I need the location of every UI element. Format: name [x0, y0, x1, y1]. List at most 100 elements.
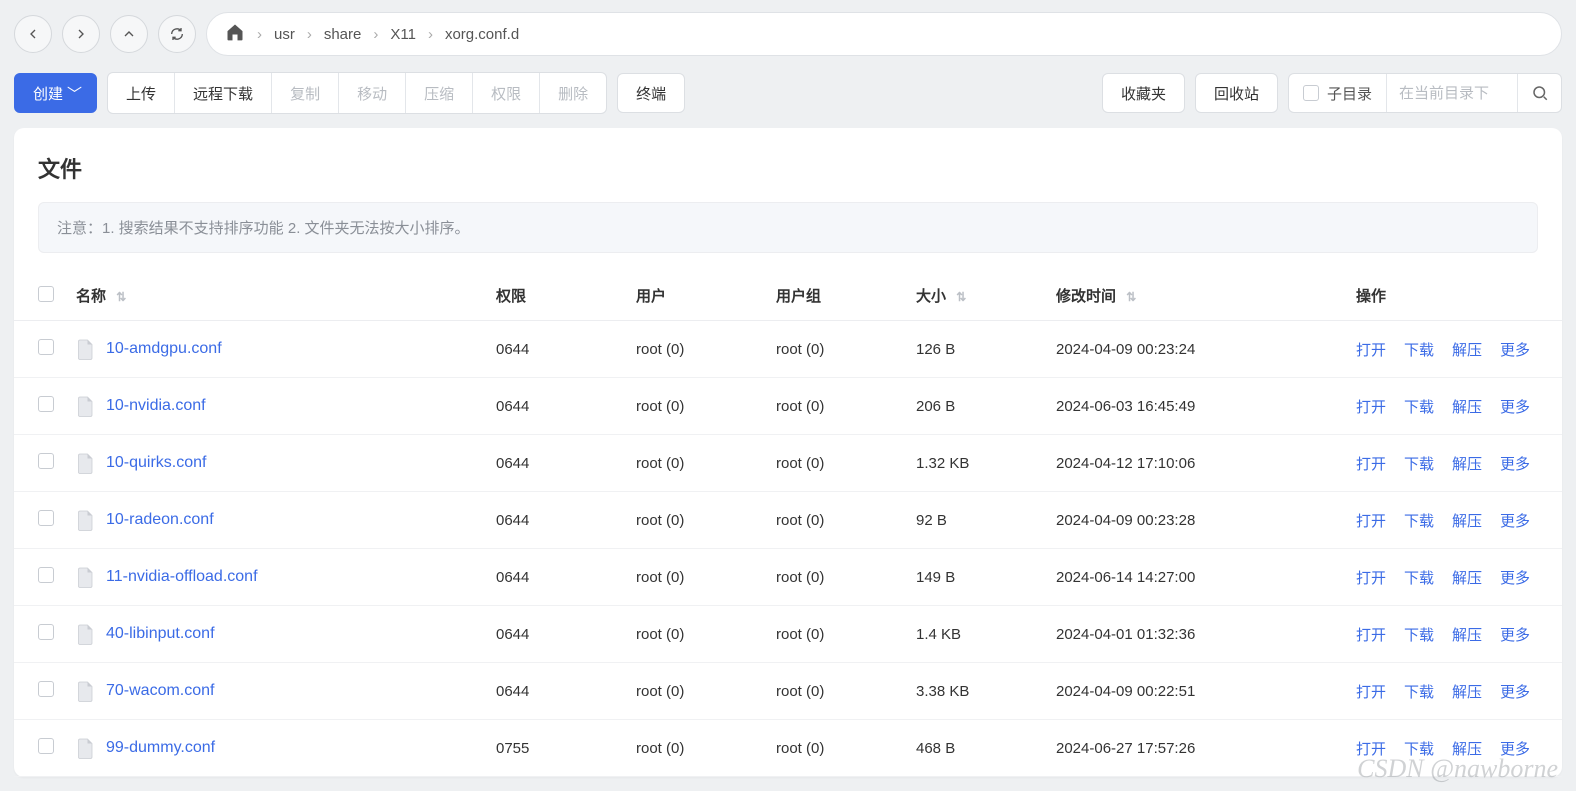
create-button[interactable]: 创建 ﹀	[14, 73, 97, 113]
extract-action[interactable]: 解压	[1452, 456, 1482, 473]
file-icon	[76, 565, 96, 589]
move-button[interactable]: 移动	[339, 73, 406, 113]
download-action[interactable]: 下载	[1404, 627, 1434, 644]
file-mtime: 2024-04-01 01:32:36	[1048, 606, 1348, 663]
download-action[interactable]: 下载	[1404, 399, 1434, 416]
file-link[interactable]: 10-quirks.conf	[76, 451, 480, 475]
file-mtime: 2024-06-14 14:27:00	[1048, 549, 1348, 606]
more-action[interactable]: 更多	[1500, 741, 1530, 758]
col-actions-header: 操作	[1348, 271, 1562, 321]
extract-action[interactable]: 解压	[1452, 741, 1482, 758]
subdir-checkbox[interactable]	[1303, 85, 1319, 101]
file-link[interactable]: 40-libinput.conf	[76, 622, 480, 646]
open-action[interactable]: 打开	[1356, 513, 1386, 530]
compress-button[interactable]: 压缩	[406, 73, 473, 113]
file-link[interactable]: 11-nvidia-offload.conf	[76, 565, 480, 589]
file-link[interactable]: 99-dummy.conf	[76, 736, 480, 760]
open-action[interactable]: 打开	[1356, 342, 1386, 359]
row-actions: 打开 下载 解压 更多	[1348, 492, 1562, 549]
file-link[interactable]: 10-radeon.conf	[76, 508, 480, 532]
download-action[interactable]: 下载	[1404, 456, 1434, 473]
download-action[interactable]: 下载	[1404, 741, 1434, 758]
file-group: root (0)	[768, 321, 908, 378]
nav-up-button[interactable]	[110, 15, 148, 53]
more-action[interactable]: 更多	[1500, 627, 1530, 644]
more-action[interactable]: 更多	[1500, 456, 1530, 473]
subdir-toggle[interactable]: 子目录	[1289, 74, 1387, 112]
download-action[interactable]: 下载	[1404, 513, 1434, 530]
file-link[interactable]: 10-amdgpu.conf	[76, 337, 480, 361]
file-icon	[76, 679, 96, 703]
file-perm: 0644	[488, 663, 628, 720]
open-action[interactable]: 打开	[1356, 399, 1386, 416]
sort-icon: ⇅	[116, 290, 126, 304]
file-mtime: 2024-04-12 17:10:06	[1048, 435, 1348, 492]
open-action[interactable]: 打开	[1356, 456, 1386, 473]
more-action[interactable]: 更多	[1500, 570, 1530, 587]
nav-refresh-button[interactable]	[158, 15, 196, 53]
row-checkbox[interactable]	[38, 567, 54, 583]
chevron-down-icon: ﹀	[67, 83, 82, 104]
home-icon[interactable]	[225, 22, 245, 46]
extract-action[interactable]: 解压	[1452, 684, 1482, 701]
search-button[interactable]	[1517, 74, 1561, 112]
col-perm-header: 权限	[488, 271, 628, 321]
remote-download-button[interactable]: 远程下载	[175, 73, 272, 113]
extract-action[interactable]: 解压	[1452, 513, 1482, 530]
more-action[interactable]: 更多	[1500, 342, 1530, 359]
open-action[interactable]: 打开	[1356, 570, 1386, 587]
extract-action[interactable]: 解压	[1452, 570, 1482, 587]
open-action[interactable]: 打开	[1356, 684, 1386, 701]
more-action[interactable]: 更多	[1500, 399, 1530, 416]
file-link[interactable]: 70-wacom.conf	[76, 679, 480, 703]
open-action[interactable]: 打开	[1356, 627, 1386, 644]
breadcrumb-segment[interactable]: X11	[390, 26, 416, 43]
file-name: 11-nvidia-offload.conf	[106, 568, 258, 586]
delete-button[interactable]: 删除	[540, 73, 606, 113]
extract-action[interactable]: 解压	[1452, 399, 1482, 416]
more-action[interactable]: 更多	[1500, 684, 1530, 701]
file-name: 10-nvidia.conf	[106, 397, 206, 415]
table-row: 99-dummy.conf0755root (0)root (0)468 B20…	[14, 720, 1562, 777]
open-action[interactable]: 打开	[1356, 741, 1386, 758]
file-ops-group: 上传 远程下载 复制 移动 压缩 权限 删除	[107, 72, 607, 114]
col-mtime-header[interactable]: 修改时间 ⇅	[1048, 271, 1348, 321]
file-icon	[76, 451, 96, 475]
nav-back-button[interactable]	[14, 15, 52, 53]
extract-action[interactable]: 解压	[1452, 627, 1482, 644]
terminal-button[interactable]: 终端	[617, 73, 685, 113]
file-name: 99-dummy.conf	[106, 739, 215, 757]
row-checkbox[interactable]	[38, 396, 54, 412]
more-action[interactable]: 更多	[1500, 513, 1530, 530]
breadcrumb-segment[interactable]: share	[324, 26, 362, 43]
download-action[interactable]: 下载	[1404, 342, 1434, 359]
row-actions: 打开 下载 解压 更多	[1348, 663, 1562, 720]
search-icon	[1531, 84, 1549, 102]
download-action[interactable]: 下载	[1404, 684, 1434, 701]
copy-button[interactable]: 复制	[272, 73, 339, 113]
search-input[interactable]	[1387, 74, 1517, 112]
permission-button[interactable]: 权限	[473, 73, 540, 113]
extract-action[interactable]: 解压	[1452, 342, 1482, 359]
nav-forward-button[interactable]	[62, 15, 100, 53]
create-label: 创建	[33, 83, 63, 104]
row-checkbox[interactable]	[38, 681, 54, 697]
row-checkbox[interactable]	[38, 339, 54, 355]
upload-button[interactable]: 上传	[108, 73, 175, 113]
row-checkbox[interactable]	[38, 738, 54, 754]
breadcrumb-bar[interactable]: › usr › share › X11 › xorg.conf.d	[206, 12, 1562, 56]
row-checkbox[interactable]	[38, 510, 54, 526]
row-checkbox[interactable]	[38, 453, 54, 469]
file-link[interactable]: 10-nvidia.conf	[76, 394, 480, 418]
breadcrumb-segment[interactable]: usr	[274, 26, 295, 43]
recycle-button[interactable]: 回收站	[1195, 73, 1278, 113]
row-checkbox[interactable]	[38, 624, 54, 640]
breadcrumb-segment[interactable]: xorg.conf.d	[445, 26, 519, 43]
chevron-right-icon: ›	[257, 26, 262, 43]
col-name-header[interactable]: 名称 ⇅	[68, 271, 488, 321]
select-all-checkbox[interactable]	[38, 286, 54, 302]
favorites-button[interactable]: 收藏夹	[1102, 73, 1185, 113]
col-size-header[interactable]: 大小 ⇅	[908, 271, 1048, 321]
download-action[interactable]: 下载	[1404, 570, 1434, 587]
file-size: 1.4 KB	[908, 606, 1048, 663]
